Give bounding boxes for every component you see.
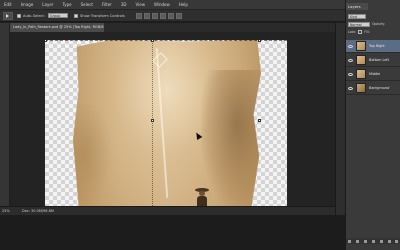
transform-centerline	[152, 40, 153, 206]
auto-select-label: Auto-Select:	[23, 13, 46, 18]
align-right-icon[interactable]	[175, 12, 182, 19]
mask-icon[interactable]	[364, 239, 368, 243]
fx-icon[interactable]	[356, 239, 360, 243]
eye-icon[interactable]	[348, 58, 353, 62]
menu-layer[interactable]: Layer	[42, 0, 53, 9]
status-bar: 25% Doc: 30.0M/96.8M	[0, 206, 335, 215]
align-middle-icon[interactable]	[143, 12, 150, 19]
align-top-icon[interactable]	[135, 12, 142, 19]
layer-background[interactable]: Background	[346, 82, 400, 95]
trees-shadow	[201, 70, 261, 206]
layer-middle[interactable]: Middle	[346, 68, 400, 81]
layer-thumbnail	[356, 41, 366, 51]
document-tab[interactable]: Lady_in_Path_Restore.psd @ 25% (Top Righ…	[10, 23, 105, 32]
layer-thumbnail	[356, 55, 366, 65]
doc-info: Doc: 30.0M/96.8M	[22, 209, 54, 213]
align-icons	[135, 12, 182, 19]
fill-label: Fill:	[364, 30, 370, 34]
layer-thumbnail	[356, 69, 366, 79]
path-line	[155, 48, 169, 198]
align-center-icon[interactable]	[167, 12, 174, 19]
blend-mode-dropdown[interactable]: Normal	[348, 21, 370, 27]
show-transform-checkbox[interactable]	[74, 13, 79, 18]
trash-icon[interactable]	[395, 239, 399, 243]
menu-filter[interactable]: Filter	[102, 0, 112, 9]
tab-strip	[105, 23, 335, 32]
menu-bar: Edit Image Layer Type Select Filter 3D V…	[0, 0, 400, 9]
foliage-shadow	[73, 100, 113, 206]
auto-select-checkbox[interactable]	[17, 13, 21, 18]
lock-row: Lock: Fill:	[348, 29, 370, 35]
layer-name: Top Right	[369, 44, 385, 48]
eye-icon[interactable]	[348, 72, 353, 76]
lock-label: Lock:	[348, 30, 357, 34]
transform-handle-top-right[interactable]	[258, 40, 261, 42]
layer-bottom-left[interactable]: Bottom Left	[346, 54, 400, 67]
panel-dock[interactable]	[335, 23, 345, 215]
layer-top-right[interactable]: Top Right	[346, 40, 400, 53]
menu-help[interactable]: Help	[179, 0, 188, 9]
transform-handle-center[interactable]	[151, 119, 154, 122]
transform-box-top	[45, 40, 287, 41]
folder-icon[interactable]	[379, 239, 383, 243]
adjustment-icon[interactable]	[371, 239, 375, 243]
tools-panel[interactable]	[0, 23, 10, 215]
opacity-label: Opacity:	[372, 22, 386, 26]
layer-thumbnail	[356, 83, 366, 93]
link-layers-icon[interactable]	[348, 239, 352, 243]
zoom-level[interactable]: 25%	[2, 209, 22, 213]
align-left-icon[interactable]	[159, 12, 166, 19]
empty-workspace	[0, 215, 345, 250]
menu-window[interactable]: Window	[154, 0, 170, 9]
layers-tab[interactable]: Layers	[346, 3, 368, 10]
show-transform-label: Show Transform Controls	[80, 13, 125, 18]
menu-3d[interactable]: 3D	[121, 0, 127, 9]
transform-handle-top-center[interactable]	[151, 40, 154, 42]
restored-photo	[73, 40, 261, 206]
transform-handle-right[interactable]	[258, 119, 261, 122]
menu-edit[interactable]: Edit	[4, 0, 12, 9]
blend-row: Normal Opacity:	[348, 21, 385, 27]
filter-kind-dropdown[interactable]: Kind	[348, 13, 366, 19]
lady-figure	[195, 188, 209, 206]
transform-handle-top-left[interactable]	[45, 40, 47, 42]
layer-name: Background	[369, 86, 390, 90]
align-bottom-icon[interactable]	[151, 12, 158, 19]
body	[197, 196, 207, 206]
layer-name: Middle	[369, 72, 381, 76]
layer-name: Bottom Left	[369, 58, 389, 62]
eye-icon[interactable]	[348, 86, 353, 90]
eye-icon[interactable]	[348, 44, 353, 48]
layer-filter-row: Kind	[348, 13, 366, 19]
kite-shape	[152, 52, 168, 68]
menu-view[interactable]: View	[136, 0, 146, 9]
new-layer-icon[interactable]	[387, 239, 391, 243]
auto-select-dropdown[interactable]: Group	[48, 13, 69, 18]
menu-select[interactable]: Select	[81, 0, 93, 9]
move-tool-icon[interactable]	[3, 11, 13, 20]
options-bar: Auto-Select: Group Show Transform Contro…	[0, 9, 400, 22]
layers-panel: Layers Kind Normal Opacity: Lock: Fill: …	[345, 0, 400, 250]
layers-footer	[346, 238, 400, 244]
lock-icon[interactable]	[358, 30, 363, 34]
menu-type[interactable]: Type	[62, 0, 71, 9]
menu-image[interactable]: Image	[21, 0, 34, 9]
document-canvas[interactable]	[45, 40, 287, 206]
